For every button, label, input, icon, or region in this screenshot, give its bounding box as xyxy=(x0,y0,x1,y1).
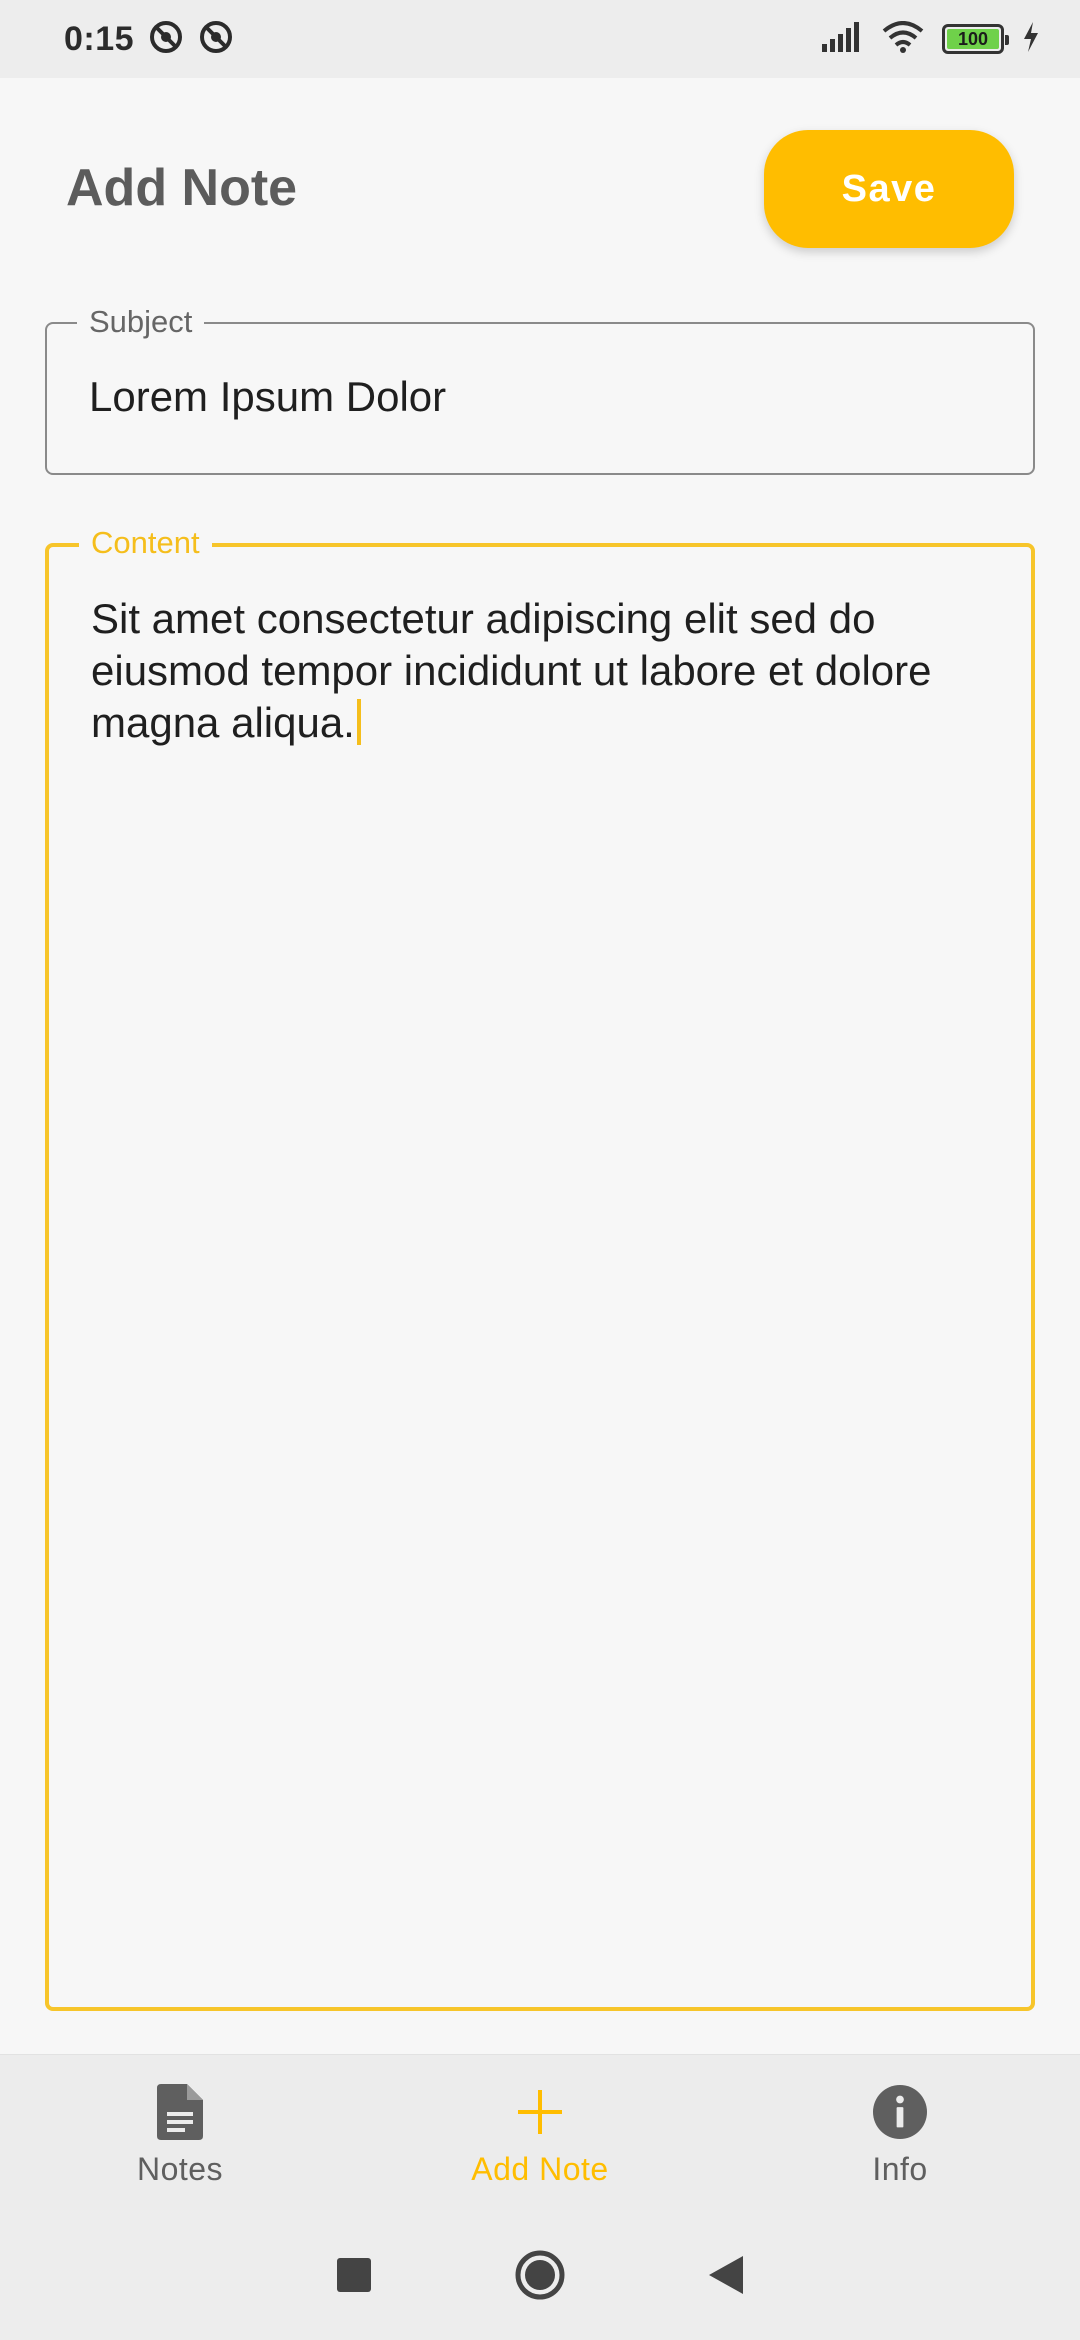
nav-label-info: Info xyxy=(872,2151,928,2187)
square-icon xyxy=(337,2258,371,2292)
notification-icon xyxy=(148,19,184,60)
system-nav-bar xyxy=(0,2210,1080,2340)
subject-label: Subject xyxy=(77,304,205,340)
back-button[interactable] xyxy=(698,2247,754,2303)
recents-button[interactable] xyxy=(326,2247,382,2303)
wifi-icon xyxy=(882,20,924,58)
content-label: Content xyxy=(79,525,212,561)
triangle-back-icon xyxy=(709,2256,743,2294)
page-title: Add Note xyxy=(66,159,298,217)
status-time: 0:15 xyxy=(64,19,135,58)
nav-label-notes: Notes xyxy=(136,2151,224,2187)
subject-field[interactable]: Subject Lorem Ipsum Dolor xyxy=(45,304,1035,475)
nav-item-info[interactable]: Info xyxy=(720,2055,1080,2210)
bottom-nav: Notes Add Note Info xyxy=(0,2054,1080,2210)
home-button[interactable] xyxy=(512,2247,568,2303)
save-button[interactable]: Save xyxy=(764,130,1014,248)
content-text: Sit amet consectetur adipiscing elit sed… xyxy=(91,595,932,746)
battery-icon: 100 xyxy=(942,24,1009,54)
charging-icon xyxy=(1022,21,1040,57)
status-right: 100 xyxy=(822,20,1040,58)
circle-icon xyxy=(515,2250,565,2300)
plus-icon xyxy=(513,2083,567,2141)
signal-icon xyxy=(822,21,864,57)
nav-label-add-note: Add Note xyxy=(471,2151,609,2187)
text-caret xyxy=(356,699,361,745)
nav-item-add-note[interactable]: Add Note xyxy=(360,2055,720,2210)
document-icon xyxy=(153,2083,207,2141)
info-icon xyxy=(873,2083,927,2141)
notification-icon xyxy=(198,19,234,60)
nav-item-notes[interactable]: Notes xyxy=(0,2055,360,2210)
content-field[interactable]: Content Sit amet consectetur adipiscing … xyxy=(45,525,1035,2011)
battery-level: 100 xyxy=(947,29,999,49)
status-left: 0:15 xyxy=(64,19,234,60)
content-input[interactable]: Sit amet consectetur adipiscing elit sed… xyxy=(91,593,991,749)
subject-input[interactable]: Lorem Ipsum Dolor xyxy=(89,371,993,423)
status-bar: 0:15 100 xyxy=(0,0,1080,78)
